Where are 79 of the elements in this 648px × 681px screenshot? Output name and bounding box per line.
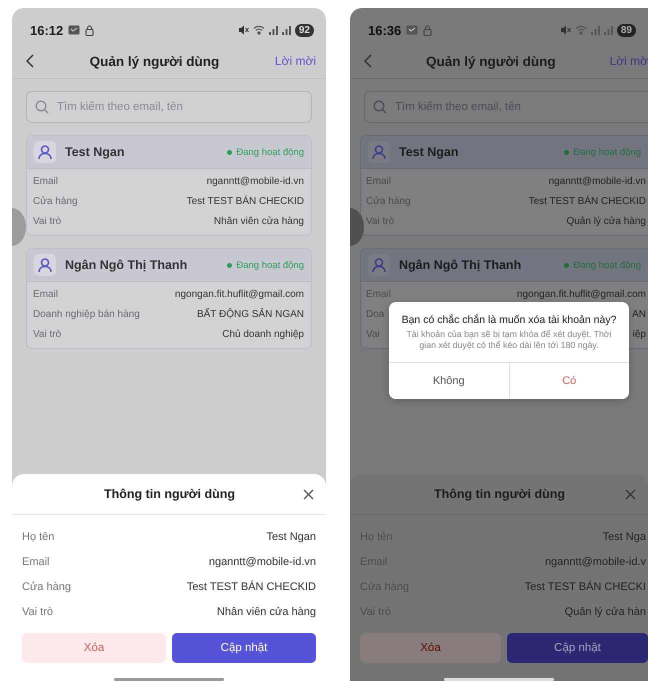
user-status: Đang hoạt động <box>236 146 304 158</box>
lock-icon <box>423 24 432 36</box>
page-title: Quản lý người dùng <box>88 54 220 68</box>
update-button[interactable]: Cập nhật <box>172 633 316 663</box>
field-label: Cửa hàng <box>33 195 78 209</box>
search-field[interactable]: Tìm kiếm theo email, tên <box>26 91 312 123</box>
field-label: Vai trò <box>33 215 62 229</box>
lock-icon <box>85 24 94 36</box>
field-value: Test TEST BÁN CHECKI <box>524 580 646 595</box>
field-value: ngongan.fit.huflit@gmail.com <box>516 288 646 302</box>
field-value: nganntt@mobile-id.vn <box>208 555 316 570</box>
status-time: 16:36 <box>368 22 402 38</box>
status-time: 16:12 <box>30 22 64 38</box>
sheet-title: Thông tin người dùng <box>432 487 566 501</box>
field-value: nganntt@mobile-id.vn <box>206 175 304 189</box>
field-value: Test Nga <box>602 530 646 545</box>
status-dot <box>227 150 232 154</box>
user-card[interactable]: Ngân Ngô Thị Thanh Đang hoạt động Email ngongan.fit.huflit@gmail.com Doanh nghiệp bán hàng BẤT ĐỘNG SẢN NGAN Vai trò Chủ doanh nghiệp <box>26 248 312 349</box>
status-dot <box>564 262 570 268</box>
search-icon <box>35 100 49 114</box>
field-label: Cửa hàng <box>22 580 71 595</box>
field-value: Test TEST BÁN CHECKID <box>528 194 646 209</box>
invite-link[interactable]: Lời mời <box>274 54 316 68</box>
field-label: Vai trò <box>22 605 53 620</box>
field-value: iệp <box>632 328 646 342</box>
user-status: Đang hoạt động <box>236 260 304 270</box>
delete-button[interactable]: Xóa <box>22 633 166 663</box>
user-name: Test Ngan <box>65 145 124 159</box>
signal-icon <box>590 26 600 34</box>
user-status: Đang hoạt động <box>573 146 641 158</box>
field-value: nganntt@mobile-id.v <box>544 555 646 570</box>
wifi-icon <box>252 25 265 35</box>
confirm-button[interactable]: Có <box>508 362 629 399</box>
close-icon[interactable] <box>303 488 314 500</box>
search-placeholder: Tìm kiếm theo email, tên <box>57 101 183 113</box>
update-button[interactable]: Cập nhật <box>507 633 648 663</box>
field-label: Vai trò <box>33 328 62 342</box>
user-name: Test Ngan <box>399 145 458 159</box>
back-icon[interactable] <box>26 54 34 68</box>
field-value: Nhân viên cửa hàng <box>216 605 316 620</box>
search-icon <box>373 100 387 114</box>
message-icon <box>406 25 418 35</box>
field-value: Test TEST BÁN CHECKID <box>186 580 316 595</box>
field-value: Test TEST BÁN CHECKID <box>186 194 304 209</box>
field-value: Nhân viên cửa hàng <box>214 215 304 229</box>
mute-icon <box>238 25 249 35</box>
signal-icon <box>604 26 613 34</box>
field-label: Doanh nghiệp bán hàng <box>33 308 140 322</box>
field-label: Email <box>22 555 50 570</box>
field-value: ngongan.fit.huflit@gmail.com <box>174 288 304 302</box>
page-title: Quản lý người dùng <box>424 54 557 68</box>
user-card[interactable]: Test Ngan Đang hoạt động Email nganntt@mobile-id.vn Cửa hàng Test TEST BÁN CHECKID Vai trò Nhân viên cửa hàng <box>26 135 312 236</box>
sheet-title: Thông tin người dùng <box>102 487 236 501</box>
field-value: AN <box>632 308 646 322</box>
field-label: Họ tên <box>22 530 54 545</box>
field-label: Email <box>33 175 58 189</box>
field-value: Chủ doanh nghiệp <box>222 328 304 342</box>
mute-icon <box>560 25 571 35</box>
dialog-title: Bạn có chắc chắn là muốn xóa tài khoản này? <box>400 312 618 328</box>
field-value: Test Ngan <box>266 530 316 545</box>
field-value: Quản lý cửa hàng <box>566 215 646 229</box>
battery-level: 89 <box>616 24 636 36</box>
signal-icon <box>282 26 291 34</box>
field-label: Email <box>33 288 58 302</box>
message-icon <box>68 25 80 35</box>
invite-link[interactable]: Lời mờ <box>610 54 648 68</box>
user-name: Ngân Ngô Thị Thanh <box>399 258 522 272</box>
field-value: Quản lý cửa hàn <box>564 605 646 620</box>
status-dot <box>227 262 232 268</box>
status-dot <box>564 150 570 154</box>
delete-button[interactable]: Xóa <box>360 633 501 663</box>
wifi-icon <box>574 25 587 35</box>
battery-level: 92 <box>294 24 314 36</box>
cancel-button[interactable]: Không <box>389 362 508 399</box>
signal-icon <box>268 26 278 34</box>
field-value: nganntt@mobile-id.vn <box>548 175 646 189</box>
user-status: Đang hoạt động <box>573 260 641 270</box>
field-value: BẤT ĐỘNG SẢN NGAN <box>196 307 304 322</box>
user-name: Ngân Ngô Thị Thanh <box>65 258 188 272</box>
